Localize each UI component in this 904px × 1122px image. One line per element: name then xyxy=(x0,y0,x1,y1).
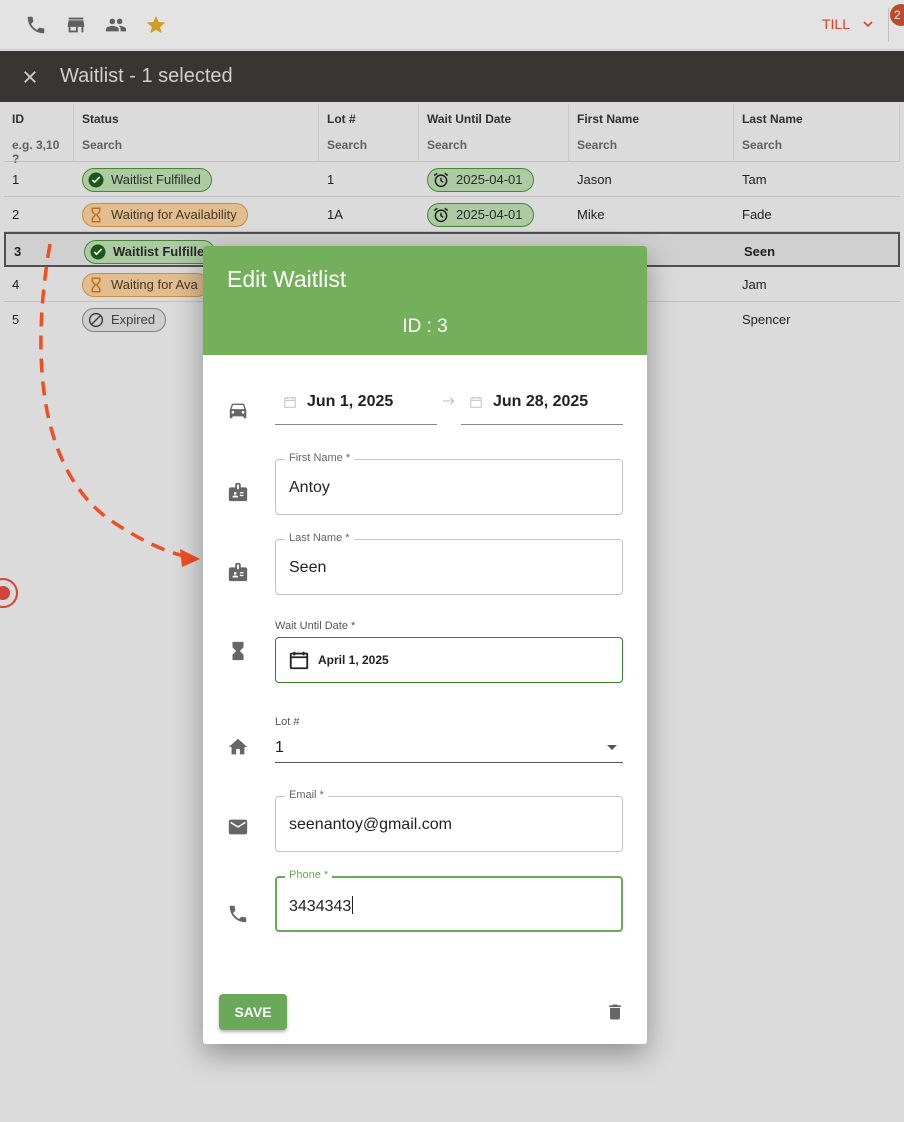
column-header-last-name[interactable]: Last Name Search xyxy=(734,104,900,162)
edit-waitlist-dialog: Edit Waitlist ID : 3 Jun 1, 2025 Jun 28,… xyxy=(203,246,647,1044)
date-range-picker[interactable]: Jun 1, 2025 Jun 28, 2025 xyxy=(275,379,623,425)
filter-first-name[interactable]: Search xyxy=(577,138,725,152)
column-header-id[interactable]: ID e.g. 3,10 ? xyxy=(4,104,74,166)
dialog-title: Edit Waitlist xyxy=(227,266,347,292)
filter-status[interactable]: Search xyxy=(82,138,310,152)
email-icon xyxy=(227,816,249,838)
status-badge: Expired xyxy=(82,307,167,332)
column-header-wait-date[interactable]: Wait Until Date Search xyxy=(419,104,569,162)
calendar-icon xyxy=(284,396,296,408)
delete-button[interactable] xyxy=(605,1002,625,1022)
close-selection-button[interactable] xyxy=(0,68,60,86)
check-circle-icon xyxy=(88,172,104,187)
record-id: ID : 3 xyxy=(402,316,448,337)
status-badge: Waiting for Availability xyxy=(82,202,248,227)
hourglass-icon xyxy=(227,640,249,662)
badge-icon xyxy=(227,561,249,583)
filter-wait-date[interactable]: Search xyxy=(427,138,560,152)
date-badge: 2025-04-01 xyxy=(427,202,534,227)
arrow-right-icon xyxy=(443,397,455,405)
hourglass-icon xyxy=(91,277,101,292)
alarm-icon xyxy=(433,207,449,222)
calendar-icon xyxy=(470,396,482,408)
close-icon xyxy=(24,70,36,83)
column-header-status[interactable]: Status Search xyxy=(74,104,319,162)
page-title: Waitlist - 1 selected xyxy=(60,65,233,87)
hourglass-icon xyxy=(91,207,101,222)
text-cursor xyxy=(352,896,354,914)
phone-icon xyxy=(227,903,249,925)
phone-field[interactable]: Phone * 3434343 xyxy=(275,869,623,932)
filter-last-name[interactable]: Search xyxy=(742,138,891,152)
record-indicator xyxy=(0,578,18,608)
dropdown-arrow-icon xyxy=(607,745,617,750)
wait-until-date-field[interactable]: April 1, 2025 xyxy=(275,637,623,683)
wait-until-label: Wait Until Date * xyxy=(275,620,356,632)
car-icon xyxy=(227,399,249,421)
user-label: TILL xyxy=(821,16,850,32)
table-row[interactable]: 1 Waitlist Fulfilled 1 2025-04-01 Jason … xyxy=(4,162,900,197)
divider xyxy=(888,8,889,42)
column-header-lot[interactable]: Lot # Search xyxy=(319,104,419,162)
selection-bar: Waitlist - 1 selected xyxy=(0,51,904,102)
status-badge: Waitlist Fulfille xyxy=(84,239,216,264)
first-name-field[interactable]: First Name * Antoy xyxy=(275,452,623,515)
people-icon[interactable] xyxy=(104,13,128,37)
column-header-first-name[interactable]: First Name Search xyxy=(569,104,734,162)
date-badge: 2025-04-01 xyxy=(427,167,534,192)
user-menu[interactable]: TILL xyxy=(822,16,876,32)
block-icon xyxy=(88,312,104,327)
dialog-header: Edit Waitlist ID : 3 xyxy=(203,246,647,355)
top-navigation: TILL 2 xyxy=(0,0,904,50)
filter-lot[interactable]: Search xyxy=(327,138,410,152)
store-icon[interactable] xyxy=(64,13,88,37)
lot-select[interactable]: 1 xyxy=(275,733,623,763)
email-field[interactable]: Email * seenantoy@gmail.com xyxy=(275,789,623,852)
phone-icon[interactable] xyxy=(24,13,48,37)
lot-label: Lot # xyxy=(275,716,300,728)
notification-badge[interactable]: 2 xyxy=(890,4,904,26)
start-date[interactable]: Jun 1, 2025 xyxy=(275,379,437,425)
table-row[interactable]: 2 Waiting for Availability 1A 2025-04-01… xyxy=(4,197,900,232)
trash-icon xyxy=(609,1004,621,1020)
star-icon[interactable] xyxy=(144,13,168,37)
badge-icon xyxy=(227,481,249,503)
alarm-icon xyxy=(433,172,449,187)
last-name-field[interactable]: Last Name * Seen xyxy=(275,532,623,595)
table-header: ID e.g. 3,10 ? Status Search Lot # Searc… xyxy=(4,104,900,166)
save-button[interactable]: SAVE xyxy=(219,994,287,1030)
end-date[interactable]: Jun 28, 2025 xyxy=(461,379,623,425)
status-badge: Waiting for Ava xyxy=(82,272,209,297)
check-circle-icon xyxy=(90,244,106,259)
home-icon xyxy=(227,736,249,758)
calendar-icon xyxy=(289,651,309,670)
status-badge: Waitlist Fulfilled xyxy=(82,167,212,192)
chevron-down-icon xyxy=(863,21,873,28)
